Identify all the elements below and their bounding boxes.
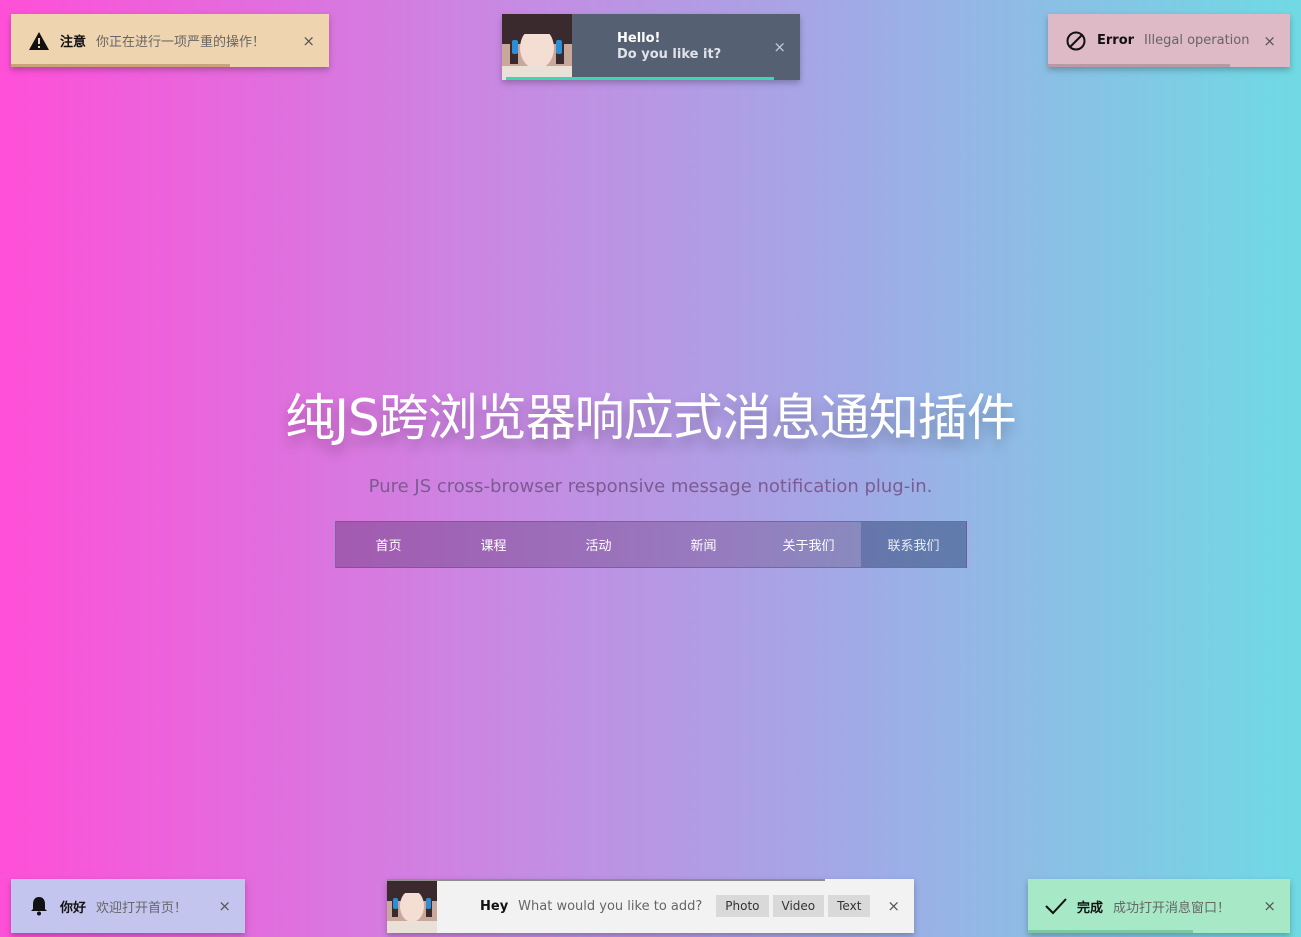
error-notification: Error Illegal operation × (1048, 14, 1290, 67)
notification-message: Illegal operation (1144, 33, 1250, 48)
info-notification: 你好 欢迎打开首页！ × (11, 879, 245, 933)
checkmark-icon (1045, 895, 1067, 917)
nav-item-home[interactable]: 首页 (336, 522, 441, 567)
notification-title: 注意 (60, 35, 87, 50)
success-notification: 完成 成功打开消息窗口！ × (1028, 879, 1290, 933)
progress-bar (387, 879, 825, 881)
close-icon[interactable]: × (302, 32, 315, 50)
progress-bar (1048, 64, 1230, 67)
close-icon[interactable]: × (773, 38, 786, 56)
close-icon[interactable]: × (887, 897, 900, 915)
nav-menu: 首页 课程 活动 新闻 关于我们 联系我们 (335, 521, 967, 568)
avatar (502, 14, 572, 80)
notification-message: What would you like to add? (518, 898, 703, 914)
nav-item-events[interactable]: 活动 (546, 522, 651, 567)
video-button[interactable]: Video (772, 895, 825, 917)
avatar (387, 879, 437, 933)
nav-item-about[interactable]: 关于我们 (756, 522, 861, 567)
close-icon[interactable]: × (218, 897, 231, 915)
text-button[interactable]: Text (828, 895, 871, 917)
close-icon[interactable]: × (1263, 897, 1276, 915)
notification-title: 完成 (1077, 900, 1104, 916)
progress-bar (11, 64, 231, 67)
notification-text: Hello! Do you like it? (617, 31, 721, 63)
notification-message: Do you like it? (617, 47, 722, 62)
notification-title: Hey (480, 898, 509, 914)
warning-notification: 注意 你正在进行一项严重的操作！ × (11, 14, 329, 67)
hey-notification: Hey What would you like to add? Photo Vi… (387, 879, 914, 933)
progress-bar (506, 77, 775, 80)
page-subtitle: Pure JS cross-browser responsive message… (368, 476, 933, 497)
notification-message: 成功打开消息窗口！ (1113, 900, 1231, 916)
notification-title: Hello! (617, 31, 661, 46)
prohibited-icon (1065, 30, 1087, 52)
nav-item-contact[interactable]: 联系我们 (861, 522, 966, 567)
notification-message: 你正在进行一项严重的操作！ (96, 35, 266, 50)
close-icon[interactable]: × (1263, 32, 1276, 50)
warning-icon (28, 30, 50, 52)
notification-title: Error (1097, 33, 1135, 48)
hello-notification: Hello! Do you like it? × (502, 14, 800, 80)
photo-button[interactable]: Photo (716, 895, 769, 917)
hero: 纯JS跨浏览器响应式消息通知插件 Pure JS cross-browser r… (0, 378, 1301, 497)
notification-title: 你好 (60, 900, 87, 916)
notification-message: 欢迎打开首页！ (96, 900, 188, 916)
action-buttons: Photo Video Text (716, 895, 871, 917)
nav-item-courses[interactable]: 课程 (441, 522, 546, 567)
nav-item-news[interactable]: 新闻 (651, 522, 756, 567)
page-title: 纯JS跨浏览器响应式消息通知插件 (285, 389, 1016, 447)
bell-icon (28, 895, 50, 917)
